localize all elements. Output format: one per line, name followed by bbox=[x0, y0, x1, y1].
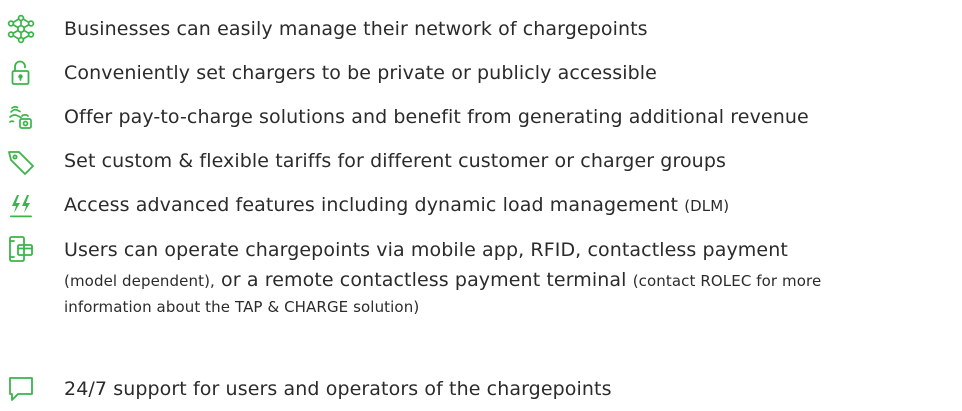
list-item-text-main: Access advanced features including dynam… bbox=[64, 194, 679, 216]
chat-bubble-icon bbox=[6, 374, 36, 404]
feature-list: Businesses can easily manage their netwo… bbox=[0, 0, 962, 411]
mobile-app-icon bbox=[6, 234, 36, 264]
list-item-big: or a remote contactless payment terminal bbox=[214, 269, 633, 291]
list-item-small-b: (contact ROLEC for more bbox=[632, 272, 822, 290]
list-item-line-1: Users can operate chargepoints via mobil… bbox=[64, 239, 788, 261]
list-item-small-c: information about the TAP & CHARGE solut… bbox=[64, 298, 420, 316]
list-item-text: Users can operate chargepoints via mobil… bbox=[64, 237, 952, 320]
pay-to-charge-icon bbox=[6, 102, 36, 132]
list-item-small-a: (model dependent), bbox=[64, 272, 215, 290]
list-item-text-suffix: (DLM) bbox=[684, 197, 730, 215]
list-item-text: Conveniently set chargers to be private … bbox=[64, 62, 657, 84]
list-item-text: Businesses can easily manage their netwo… bbox=[64, 18, 648, 40]
list-item-text: Offer pay-to-charge solutions and benefi… bbox=[64, 106, 809, 128]
network-icon bbox=[6, 14, 36, 44]
list-item-text: Access advanced features including dynam… bbox=[64, 193, 952, 218]
price-tag-icon bbox=[6, 148, 36, 178]
list-item-text: 24/7 support for users and operators of … bbox=[64, 378, 612, 400]
dynamic-load-bolts-icon bbox=[6, 191, 36, 221]
list-item-text: Set custom & flexible tariffs for differ… bbox=[64, 150, 726, 172]
unlock-padlock-icon bbox=[6, 58, 36, 88]
list-item-lines-2-3: (model dependent), or a remote contactle… bbox=[64, 267, 952, 320]
